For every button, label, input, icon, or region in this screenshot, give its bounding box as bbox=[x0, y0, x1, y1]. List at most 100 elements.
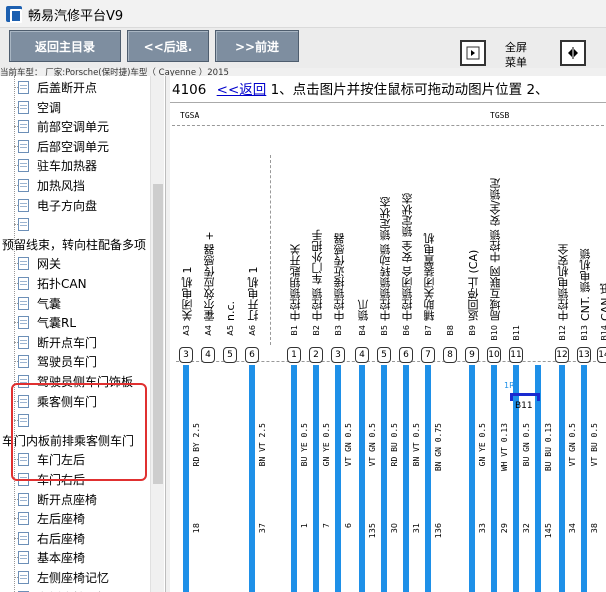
tree-vertical-connector bbox=[14, 76, 15, 592]
wire-number: 38 bbox=[590, 523, 599, 534]
pin-label: B7 bbox=[424, 325, 433, 336]
instruction-text: 1、点击图片并按住鼠标可拖动动图片位置 2、 bbox=[270, 82, 549, 98]
function-label: 中控锁闭合 安全 锁定状态 bbox=[401, 193, 414, 321]
wire-color-label: VT GN 0.5 bbox=[344, 423, 353, 467]
wire bbox=[403, 365, 409, 592]
connector-pin-box: 7 bbox=[421, 347, 435, 363]
tree-item[interactable]: 驻车加热器 bbox=[18, 156, 97, 175]
tree-item-label: 电子方向盘 bbox=[37, 198, 98, 213]
wire-color-label: VT GN 0.5 bbox=[368, 423, 377, 467]
wire bbox=[581, 365, 587, 592]
wire-color-label: RD BU 0.5 bbox=[390, 423, 399, 467]
wire-color-label: RD BY 2.5 bbox=[192, 423, 201, 467]
wire-number: 30 bbox=[390, 523, 399, 534]
function-label: CNT. 锁电机锁 bbox=[579, 248, 592, 321]
tree-item[interactable]: 后部空调单元 bbox=[18, 137, 109, 156]
connector-pin-box: 6 bbox=[245, 347, 259, 363]
wire bbox=[381, 365, 387, 592]
tree-item-label: 空调 bbox=[37, 100, 62, 115]
fullscreen-menu-icon[interactable] bbox=[560, 40, 586, 66]
tree-item-label: 驻车加热器 bbox=[37, 159, 98, 174]
document-icon bbox=[18, 179, 29, 192]
tree-item-label: 左侧座椅记忆 bbox=[37, 571, 110, 585]
function-label: 中控锁锁转动锁 锁定状态 bbox=[379, 196, 392, 322]
fullscreen-label: 全屏 bbox=[505, 41, 527, 54]
connector-pin-box: 13 bbox=[577, 347, 591, 363]
back-link[interactable]: <<返回 bbox=[217, 82, 267, 98]
tree-item[interactable]: 基本座椅 bbox=[18, 548, 85, 567]
group-divider bbox=[270, 155, 271, 345]
document-icon bbox=[18, 198, 29, 212]
scrollbar-thumb[interactable] bbox=[153, 184, 163, 484]
tree-item-label: 左后座椅 bbox=[37, 512, 86, 527]
function-label: 局域互联网 中控锁 安全/锁定 bbox=[489, 178, 502, 321]
tree-item[interactable]: 断开点座椅 bbox=[18, 490, 97, 509]
tree-item-label: 右侧座椅记忆 bbox=[37, 589, 109, 592]
tree-item[interactable] bbox=[18, 215, 37, 234]
tree-item[interactable]: 后盖断开点 bbox=[18, 78, 97, 97]
app-logo-icon bbox=[6, 6, 22, 23]
connector-pin-box: 11 bbox=[509, 347, 523, 363]
back-to-main-button[interactable]: 返回主目录 bbox=[9, 30, 121, 62]
wiring-diagram[interactable]: TGSA TGSB 关闭电机 1 A3 3 RD BY 2.5 18 霍尔效应传感器 + A… bbox=[170, 102, 606, 592]
tree-item-label: 网关 bbox=[37, 257, 62, 272]
pin-label: B1 bbox=[290, 325, 299, 336]
tree-item[interactable]: 前部空调单元 bbox=[18, 117, 109, 136]
tree-item[interactable]: 气囊RL bbox=[18, 313, 76, 332]
prev-button[interactable]: <<后退. bbox=[127, 30, 209, 62]
fullscreen-menu-label[interactable]: 全屏 菜单 bbox=[505, 40, 527, 70]
document-icon bbox=[18, 81, 29, 94]
function-label: 返回停止 (CA) bbox=[467, 249, 480, 321]
wire bbox=[335, 365, 341, 592]
wire-number: 6 bbox=[344, 523, 353, 529]
connector-pin-box: 3 bbox=[179, 347, 193, 363]
tree-item[interactable]: 网关 bbox=[18, 254, 61, 273]
tree-item-label: 后盖断开点 bbox=[37, 81, 98, 95]
wire bbox=[183, 365, 189, 592]
tree-item[interactable]: 气囊 bbox=[18, 294, 61, 313]
wire bbox=[559, 365, 565, 592]
document-icon bbox=[18, 551, 29, 565]
tree-item[interactable]: 电子方向盘 bbox=[18, 196, 97, 215]
tree-item-label: 驾驶员车门 bbox=[37, 355, 98, 370]
selection-highlight bbox=[11, 383, 147, 481]
function-label: 霍尔效应传感器 + bbox=[203, 231, 216, 321]
pin-label: B14 bbox=[600, 325, 606, 341]
function-label: 中控锁接近传感器 bbox=[333, 233, 346, 321]
wire-color-label: BN GN 0.75 bbox=[434, 423, 443, 472]
tree-item-label: 断开点车门 bbox=[37, 335, 98, 350]
wire-number: 34 bbox=[568, 523, 577, 534]
wire-color-label: BN VT 0.5 bbox=[412, 423, 421, 467]
tree-item[interactable]: 拓扑CAN bbox=[18, 274, 87, 293]
tree-item[interactable]: 左侧座椅记忆 bbox=[18, 568, 109, 587]
pin-label: B10 bbox=[490, 325, 499, 341]
wire bbox=[491, 365, 497, 592]
connector-pin-box: 5 bbox=[377, 347, 391, 363]
tree-item[interactable]: 右侧座椅记忆 bbox=[18, 588, 109, 592]
wire bbox=[425, 365, 431, 592]
document-icon bbox=[18, 218, 29, 232]
tree-item[interactable]: 空调 bbox=[18, 98, 61, 117]
connector-pin-box: 5 bbox=[223, 347, 237, 363]
next-button[interactable]: >>前进 bbox=[215, 30, 299, 62]
pin-label: B4 bbox=[358, 325, 367, 336]
page-number: 4106 bbox=[172, 82, 207, 98]
tree-item-label: 加热风挡 bbox=[37, 179, 86, 193]
tree-item[interactable]: 驾驶员车门 bbox=[18, 352, 97, 371]
tree-group[interactable]: 预留线束，转向柱配备多项 bbox=[2, 235, 146, 254]
tree-item-label: 拓扑CAN bbox=[37, 277, 87, 291]
tree-item[interactable]: 断开点车门 bbox=[18, 333, 97, 352]
tree-item[interactable]: 右后座椅 bbox=[18, 529, 85, 548]
menu-label: 菜单 bbox=[505, 56, 527, 69]
splice-label: B11 bbox=[515, 401, 533, 411]
tree-item[interactable]: 加热风挡 bbox=[18, 176, 85, 195]
wire-number: 31 bbox=[412, 523, 421, 534]
splice-bridge bbox=[510, 393, 540, 401]
page-header: 4106 <<返回 1、点击图片并按住鼠标可拖动动图片位置 2、 bbox=[170, 78, 549, 98]
tree-item[interactable]: 左后座椅 bbox=[18, 509, 85, 528]
function-label: 中控锁 车门外把手 bbox=[311, 229, 324, 322]
wire bbox=[313, 365, 319, 592]
tree-scrollbar[interactable] bbox=[150, 76, 164, 592]
collapse-panel-icon[interactable] bbox=[460, 40, 486, 66]
pin-label: A4 bbox=[204, 325, 213, 336]
